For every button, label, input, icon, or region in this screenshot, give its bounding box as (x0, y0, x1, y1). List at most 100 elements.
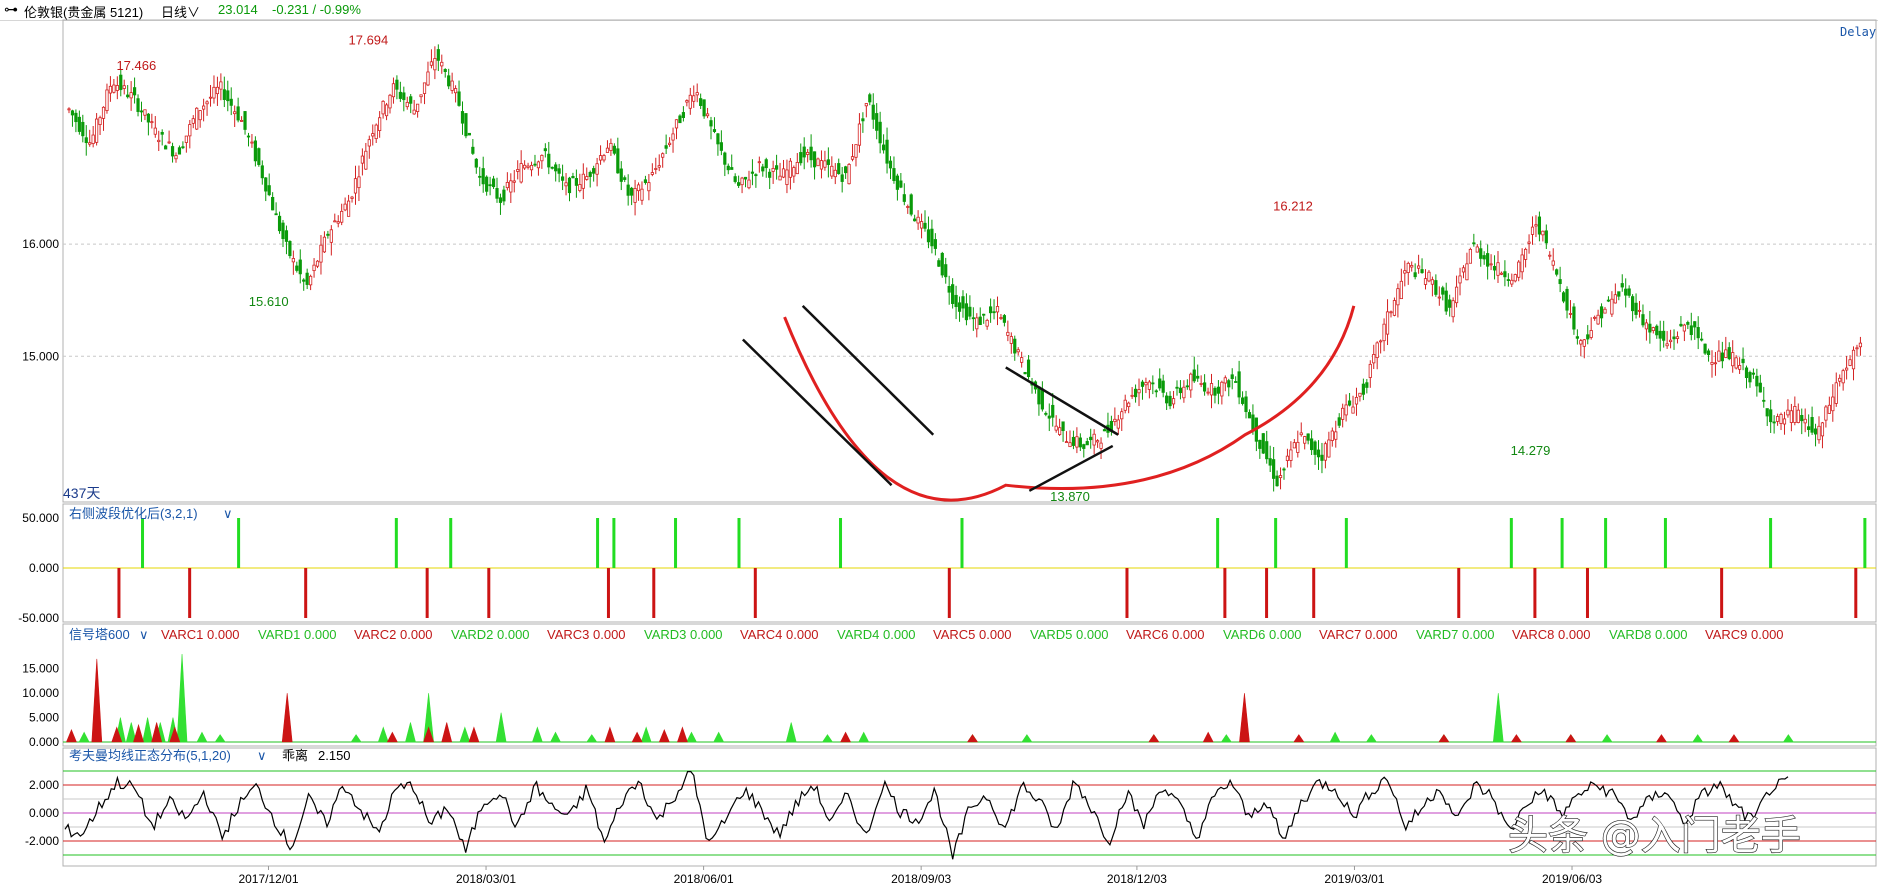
candle-body (592, 168, 596, 174)
candle-body (1582, 339, 1586, 347)
candle-body (1082, 444, 1086, 449)
sell-signal-bar (1533, 568, 1537, 618)
panel3-title-chevron-icon[interactable]: ∨ (257, 748, 267, 763)
candle-body (1651, 327, 1655, 331)
panel3-title[interactable]: 考夫曼均线正态分布(5,1,20) (69, 748, 231, 763)
candle-body (623, 177, 627, 180)
candle-body (1558, 279, 1562, 285)
candle-body (1644, 322, 1649, 330)
sell-signal-bar (753, 568, 757, 618)
candle-body (1334, 431, 1338, 440)
green-spike (640, 726, 652, 743)
candle-body (1372, 354, 1376, 364)
candle-body (595, 163, 599, 175)
candle-body (709, 120, 713, 127)
candle-body (1158, 378, 1162, 389)
candle-body (281, 222, 285, 239)
candle-body (1240, 397, 1245, 404)
candle-body (902, 194, 906, 202)
candle-body (512, 180, 516, 183)
candle-body (1841, 370, 1845, 384)
candle-body (1831, 396, 1835, 412)
candle-body (1064, 441, 1069, 444)
candle-body (378, 117, 382, 131)
red-spike (133, 723, 144, 743)
candle-body (1472, 242, 1476, 245)
candle-body (495, 188, 499, 199)
sell-signal-bar (1457, 568, 1461, 618)
candle-body (909, 194, 913, 215)
candle-body (315, 260, 320, 267)
candle-body (1171, 398, 1176, 405)
panel3-tick-label: 2.000 (29, 778, 59, 792)
candle-body (1448, 299, 1452, 308)
panel1-title[interactable]: 右侧波段优化后(3,2,1) (69, 506, 198, 521)
candle-body (146, 113, 150, 123)
green-spike (713, 731, 725, 743)
candle-body (1762, 399, 1766, 402)
candle-body (271, 197, 275, 211)
buy-signal-bar (141, 518, 145, 568)
candle-body (906, 206, 910, 208)
candle-body (1310, 438, 1314, 451)
candle-body (119, 74, 123, 91)
candle-body (988, 306, 993, 314)
candle-body (498, 197, 503, 203)
candle-body (1668, 339, 1673, 343)
candle-body (1365, 382, 1369, 388)
candle-body (136, 98, 140, 112)
red-spike (1565, 734, 1577, 743)
candle-body (336, 221, 340, 224)
candle-body (830, 165, 834, 177)
series-value-label: VARD7 0.000 (1416, 627, 1495, 642)
sell-signal-bar (1125, 568, 1129, 618)
candle-body (1437, 296, 1441, 299)
green-spike (1782, 734, 1794, 743)
green-spike (214, 734, 226, 743)
panel1-title-chevron-icon[interactable]: ∨ (223, 506, 233, 521)
candle-body (295, 265, 299, 271)
x-tick-label: 2018/03/01 (456, 872, 516, 886)
green-spike (1220, 734, 1232, 743)
candle-body (1351, 406, 1355, 414)
candle-body (1696, 327, 1700, 339)
candle-body (208, 96, 213, 99)
candle-body (1665, 343, 1669, 347)
green-spike (142, 717, 153, 743)
candle-body (305, 272, 309, 285)
candle-body (1099, 442, 1103, 449)
candle-body (260, 165, 264, 179)
candle-body (730, 167, 734, 170)
candle-body (757, 161, 761, 164)
series-value-label: VARC8 0.000 (1512, 627, 1591, 642)
candle-body (326, 233, 330, 236)
candle-body (630, 187, 634, 196)
candle-body (1078, 437, 1082, 448)
candle-body (1589, 330, 1593, 338)
red-spike (966, 734, 979, 743)
candle-body (1223, 377, 1227, 384)
candle-body (288, 240, 292, 257)
candle-body (519, 163, 523, 183)
candle-body (674, 119, 679, 129)
candle-body (1385, 311, 1390, 335)
panel2-title[interactable]: 信号塔600 (69, 627, 130, 642)
rounding-bottom-arc (783, 305, 1356, 502)
green-spike (377, 726, 389, 743)
candle-body (1572, 306, 1576, 330)
panel2-title-chevron-icon[interactable]: ∨ (139, 627, 149, 642)
candle-body (712, 129, 717, 132)
candle-body (1631, 296, 1635, 312)
candle-body (695, 92, 699, 96)
candle-body (1127, 402, 1131, 408)
candle-body (474, 158, 478, 168)
candle-body (888, 160, 893, 169)
buy-signal-bar (596, 518, 600, 568)
candle-body (205, 101, 209, 105)
candle-body (267, 185, 271, 196)
candle-body (605, 147, 610, 153)
buy-signal-bar (1663, 518, 1667, 568)
extreme-price-label: 13.870 (1050, 489, 1090, 504)
green-spike (586, 734, 598, 743)
buy-signal-bar (1274, 518, 1278, 568)
